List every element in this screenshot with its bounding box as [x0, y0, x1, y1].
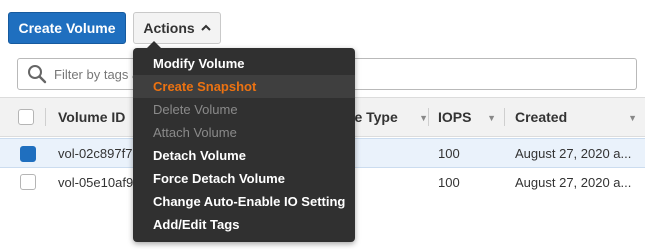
row-checkbox[interactable] — [20, 174, 36, 190]
column-label: IOPS — [438, 109, 472, 125]
created-cell: August 27, 2020 a... — [515, 174, 632, 190]
created-cell: August 27, 2020 a... — [515, 145, 632, 161]
column-header-volume-id[interactable]: Volume ID — [58, 98, 138, 136]
menu-item-attach-volume: Attach Volume — [153, 125, 237, 140]
column-divider — [45, 108, 46, 126]
menu-item-create-snapshot[interactable]: Create Snapshot — [133, 75, 355, 98]
chevron-up-icon — [200, 24, 211, 31]
column-divider — [504, 108, 505, 126]
volume-id-cell: vol-02c897f7 — [58, 145, 133, 161]
menu-item-change-auto-enable-io[interactable]: Change Auto-Enable IO Setting — [133, 190, 355, 213]
actions-label: Actions — [143, 20, 195, 36]
search-icon — [28, 65, 47, 84]
filter-input[interactable] — [52, 65, 146, 83]
menu-item-delete-volume: Delete Volume — [153, 102, 238, 117]
volume-id-cell: vol-05e10af9 — [58, 174, 133, 190]
create-volume-button[interactable]: Create Volume — [8, 12, 126, 44]
sort-icon: ▼ — [628, 113, 637, 123]
menu-item-detach-volume[interactable]: Detach Volume — [133, 144, 355, 167]
actions-button[interactable]: Actions — [133, 12, 221, 44]
sort-icon: ▼ — [487, 113, 496, 123]
column-label: Created — [515, 109, 568, 125]
actions-dropdown-menu: Modify Volume Create Snapshot Delete Vol… — [133, 41, 355, 242]
row-checkbox[interactable] — [20, 146, 36, 162]
column-divider — [428, 108, 429, 126]
menu-item-modify-volume[interactable]: Modify Volume — [133, 52, 355, 75]
menu-item-force-detach-volume[interactable]: Force Detach Volume — [133, 167, 355, 190]
iops-cell: 100 — [438, 145, 460, 161]
column-label: Volume ID — [58, 109, 126, 125]
sort-icon: ▼ — [419, 113, 428, 123]
column-header-created[interactable]: Created ▼ — [515, 98, 641, 136]
iops-cell: 100 — [438, 174, 460, 190]
column-header-iops[interactable]: IOPS ▼ — [438, 98, 498, 136]
menu-caret — [147, 41, 161, 48]
menu-item-add-edit-tags[interactable]: Add/Edit Tags — [133, 213, 355, 236]
select-all-checkbox[interactable] — [18, 109, 34, 125]
